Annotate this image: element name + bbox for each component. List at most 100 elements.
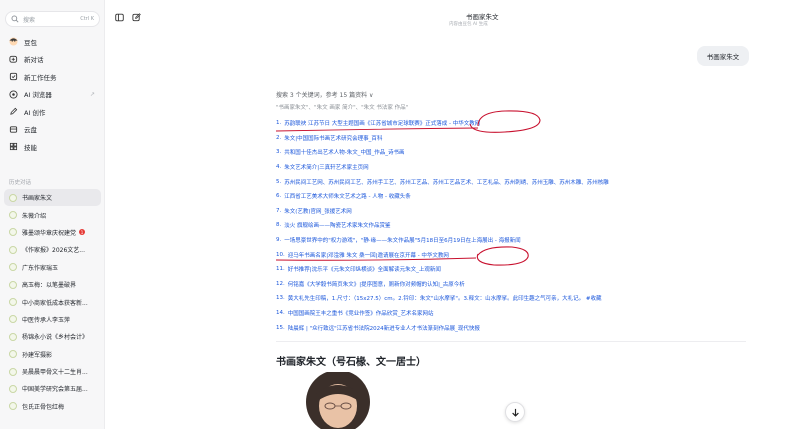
history-item-label: 中医传承人李玉萍 xyxy=(22,316,71,324)
reference-text: 苏韵联袂 江苏节日 大型主题国画《江苏省城市足球联赛》正式落成 - 中华文教网 xyxy=(284,121,481,128)
reference-number: 4. xyxy=(276,164,282,171)
history-item[interactable]: 朱薇介绍 xyxy=(4,206,101,223)
history-item-label: 朱薇介绍 xyxy=(22,212,47,220)
reference-text: 共和国十佳杰出艺术人物-朱文_中国_作品_诗书画 xyxy=(284,150,405,157)
sidebar-item-ai-browser[interactable]: AI 浏览器 ↗ xyxy=(4,86,101,104)
sidebar-item-label: 新对话 xyxy=(24,56,44,65)
reference-number: 12. xyxy=(276,280,285,287)
reference-text: 一场思豪世界中的"权力游戏"，"静·缘——朱文作品展"5月18日至6月19日在上… xyxy=(284,238,521,245)
sidebar-item-new-chat[interactable]: 新对话 xyxy=(4,51,101,69)
divider xyxy=(276,341,746,342)
reference-number: 6. xyxy=(276,193,282,200)
reference-link[interactable]: 6. 江西省工艺美术大师朱文艺术之路 - 人物 - 收藏头条 xyxy=(276,189,746,204)
reference-link[interactable]: 8. 淡火 旗舰绘画——陶瓷艺术家朱文作品赏鉴 xyxy=(276,218,746,233)
history-item[interactable]: 中国美学研究会第五届... xyxy=(4,380,101,397)
user-message-bubble: 书画家朱文 xyxy=(697,46,749,66)
sidebar-item-ai-create[interactable]: AI 创作 xyxy=(4,103,101,121)
reference-link[interactable]: 5. 苏州民间工艺网、苏州民间工艺、苏州手工艺、苏州工艺品、苏州工艺品艺术、工艺礼… xyxy=(276,174,746,189)
reference-number: 8. xyxy=(276,222,282,229)
reference-text: 朱文艺术简介|三真轩艺术家主页网 xyxy=(284,165,369,172)
history-item[interactable]: 孙建军摄影 xyxy=(4,346,101,363)
reference-link[interactable]: 13. 黄大礼先生印稿，1.尺寸：（15x27.5）cm。2.钤印：朱文"山水摩挲… xyxy=(276,291,746,306)
edit-icon[interactable] xyxy=(132,13,141,22)
history-item-label: 书画家朱文 xyxy=(22,195,53,203)
reference-link[interactable]: 3. 共和国十佳杰出艺术人物-朱文_中国_作品_诗书画 xyxy=(276,145,746,160)
reference-link[interactable]: 9. 一场思豪世界中的"权力游戏"，"静·缘——朱文作品展"5月18日至6月19日… xyxy=(276,233,746,248)
reference-link[interactable]: 15. 陆晨辉 | "众行致远"江苏省书法院2024新进专业人才书法篆刻作品展_现… xyxy=(276,320,746,335)
cloud-drive-icon xyxy=(9,125,18,134)
reference-link[interactable]: 10. 迎马年书画名家|邓淦雅 朱文 桑一回|邀请展在京开幕 - 中华文教网 xyxy=(276,247,746,262)
reference-link[interactable]: 7. 朱文(艺教)官网_张援艺术网 xyxy=(276,204,746,219)
search-queries: "书画家朱文"、"朱文 画家 简介"、"朱文 书法家 作品" xyxy=(276,105,409,111)
history-list: 书画家朱文 朱薇介绍 雅墨颂华章庆祝建党 1 《作家报》2026文艺... 广东作… xyxy=(4,189,101,415)
reference-link[interactable]: 14. 中国国画院王丰之重书《竞业作签》作品欣赏_艺术名家网站 xyxy=(276,306,746,321)
history-item[interactable]: 包氏正骨包红梅 xyxy=(4,398,101,415)
scroll-to-bottom-button[interactable] xyxy=(505,402,525,422)
avatar xyxy=(9,193,17,202)
avatar xyxy=(9,280,17,289)
avatar xyxy=(9,228,17,237)
history-item-label: 孙建军摄影 xyxy=(22,351,53,359)
avatar xyxy=(9,263,17,272)
history-item-label: 高玉梅：以笔墨破界 xyxy=(22,282,77,290)
history-item-label: 广东作家瑞玉 xyxy=(22,264,59,272)
reference-number: 2. xyxy=(276,134,282,141)
history-item[interactable]: 中小商家低成本获客新... xyxy=(4,293,101,310)
history-item[interactable]: 雅墨颂华章庆祝建党 1 xyxy=(4,224,101,241)
reference-text: 淡火 旗舰绘画——陶瓷艺术家朱文作品赏鉴 xyxy=(284,223,391,230)
answer-heading: 书画家朱文（号石椽、文一居士） xyxy=(276,357,426,368)
reference-text: 陆晨辉 | "众行致远"江苏省书法院2024新进专业人才书法篆刻作品展_现代快报 xyxy=(287,325,480,332)
search-input[interactable]: 搜索 Ctrl K xyxy=(5,11,100,27)
sidebar-toggle-icon[interactable] xyxy=(115,13,124,22)
history-item[interactable]: 广东作家瑞玉 xyxy=(4,259,101,276)
reference-number: 1. xyxy=(276,120,282,127)
history-item-label: 吴晨晨甲骨文十二生肖... xyxy=(22,369,88,377)
history-item-label: 中国美学研究会第五届... xyxy=(22,386,88,394)
reference-text: 迎马年书画名家|邓淦雅 朱文 桑一回|邀请展在京开幕 - 中华文教网 xyxy=(287,252,449,259)
search-placeholder: 搜索 xyxy=(23,16,36,24)
history-item[interactable]: 吴晨晨甲骨文十二生肖... xyxy=(4,363,101,380)
reference-link[interactable]: 2. 朱文|中国国际书画艺术研究会理事_百科 xyxy=(276,131,746,146)
sidebar-item-new-task[interactable]: 新工作任务 xyxy=(4,68,101,86)
avatar xyxy=(9,211,17,220)
history-item[interactable]: 《作家报》2026文艺... xyxy=(4,241,101,258)
search-summary-toggle[interactable]: 搜索 3 个关键词，参考 15 篇资料 ∨ xyxy=(276,90,373,99)
sidebar: 搜索 Ctrl K 豆包 新对话 新工作任务 AI 浏览器 ↗ AI 创作 云盘 xyxy=(0,0,105,429)
reference-text: 中国国画院王丰之重书《竞业作签》作品欣赏_艺术名家网站 xyxy=(287,311,434,318)
reference-number: 10. xyxy=(276,251,285,258)
history-item[interactable]: 高玉梅：以笔墨破界 xyxy=(4,276,101,293)
page-subtitle: 内容由豆包 AI 生成 xyxy=(449,22,488,27)
reference-text: 何铭嘉《大学毅书简页朱文》|提序图意，厕新你对频帽的认知|_古原今析 xyxy=(287,281,465,288)
history-item-label: 包氏正骨包红梅 xyxy=(22,403,65,411)
history-item[interactable]: 书画家朱文 xyxy=(4,189,101,207)
sidebar-item-cloud-drive[interactable]: 云盘 xyxy=(4,121,101,139)
history-item-label: 杨锦永小说《乡村会计》 xyxy=(22,334,89,342)
new-chat-icon xyxy=(9,55,18,64)
reference-link[interactable]: 11. 好书推荐|沈乐平《元朱文印纵横谈》全面解读元朱文_上观新闻 xyxy=(276,262,746,277)
reference-link[interactable]: 1. 苏韵联袂 江苏节日 大型主题国画《江苏省城市足球联赛》正式落成 - 中华文教… xyxy=(276,116,746,131)
avatar xyxy=(9,402,17,411)
search-icon xyxy=(11,15,19,23)
history-section-label: 历史对话 xyxy=(9,180,32,186)
sidebar-item-doubao[interactable]: 豆包 xyxy=(4,33,101,51)
reference-number: 13. xyxy=(276,295,285,302)
reference-number: 7. xyxy=(276,207,282,214)
history-item[interactable]: 中医传承人李玉萍 xyxy=(4,311,101,328)
sidebar-item-label: 豆包 xyxy=(24,38,37,47)
sidebar-nav: 豆包 新对话 新工作任务 AI 浏览器 ↗ AI 创作 云盘 技能 xyxy=(4,33,101,156)
history-item-label: 《作家报》2026文艺... xyxy=(22,247,85,255)
arrow-down-icon xyxy=(511,408,519,417)
sidebar-item-label: 新工作任务 xyxy=(24,73,57,82)
skills-icon xyxy=(9,142,18,151)
history-item[interactable]: 杨锦永小说《乡村会计》 xyxy=(4,328,101,345)
reference-number: 15. xyxy=(276,324,285,331)
avatar xyxy=(9,367,17,376)
external-link-icon: ↗ xyxy=(89,90,95,98)
browser-icon xyxy=(9,90,18,99)
reference-link[interactable]: 12. 何铭嘉《大学毅书简页朱文》|提序图意，厕新你对频帽的认知|_古原今析 xyxy=(276,277,746,292)
avatar xyxy=(9,350,17,359)
reference-text: 朱文(艺教)官网_张援艺术网 xyxy=(284,208,352,215)
reference-link[interactable]: 4. 朱文艺术简介|三真轩艺术家主页网 xyxy=(276,160,746,175)
sidebar-item-label: 技能 xyxy=(24,143,37,152)
sidebar-item-skills[interactable]: 技能 xyxy=(4,138,101,156)
